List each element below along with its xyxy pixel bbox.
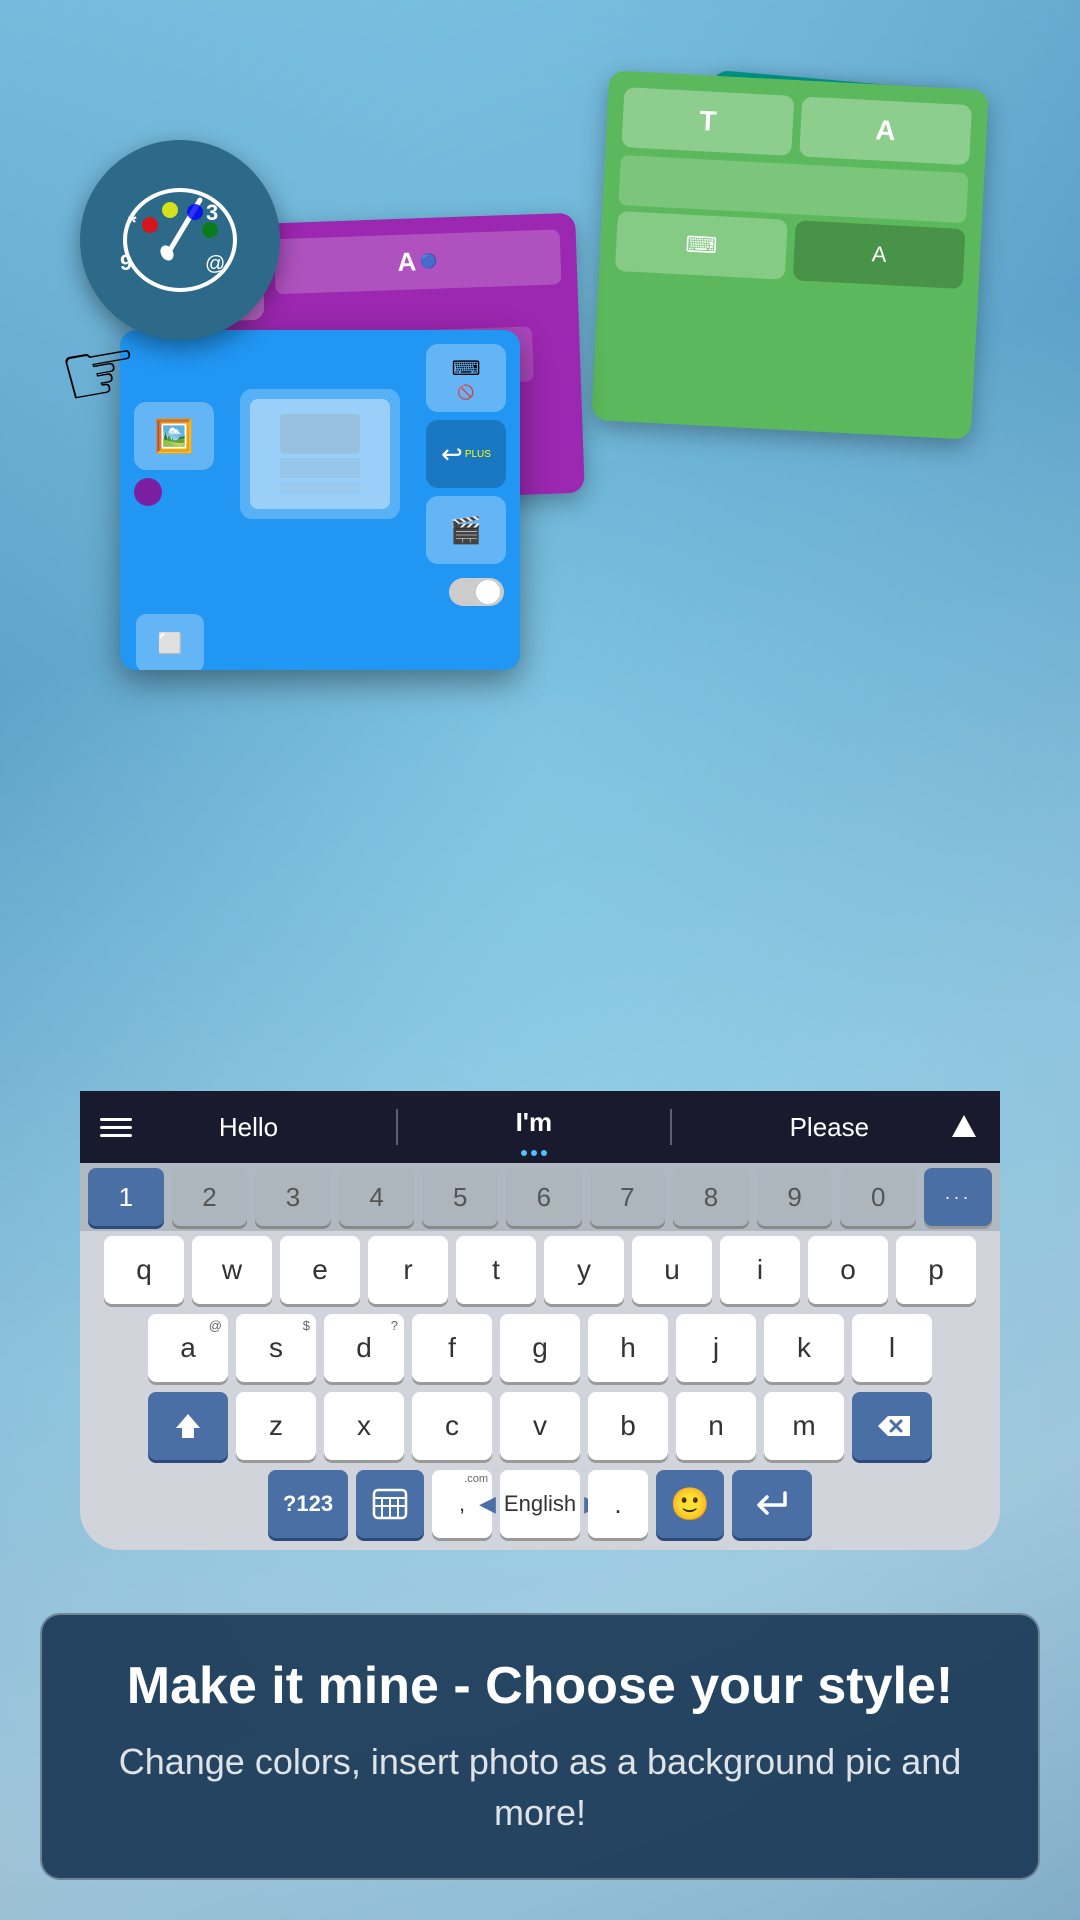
key-8[interactable]: 8 [673,1168,749,1226]
key-z[interactable]: z [236,1392,316,1460]
key-p[interactable]: p [896,1236,976,1304]
shift-icon [172,1410,204,1442]
menu-line-3 [100,1134,132,1137]
suggestion-divider-2 [670,1109,672,1145]
key-q[interactable]: q [104,1236,184,1304]
enter-key[interactable] [732,1470,812,1538]
key-0[interactable]: 0 [840,1168,916,1226]
bottom-row: ?123 , .com ◀ English ▶ . 🙂 [80,1465,1000,1550]
enter-icon [753,1489,791,1519]
key-a[interactable]: a@ [148,1314,228,1382]
menu-button[interactable] [88,1099,144,1155]
dot-1 [521,1150,527,1156]
suggestion-up-button[interactable] [936,1099,992,1155]
key-7[interactable]: 7 [590,1168,666,1226]
banner-subtitle: Change colors, insert photo as a backgro… [92,1737,988,1838]
key-w[interactable]: w [192,1236,272,1304]
key-6[interactable]: 6 [506,1168,582,1226]
dot-2 [531,1150,537,1156]
theme-card-green-back[interactable]: T A ⌨ A [591,70,989,439]
banner-title: Make it mine - Choose your style! [92,1655,988,1717]
key-3[interactable]: 3 [255,1168,331,1226]
key-row-2: a@ s$ d? f g h j k l [80,1309,1000,1387]
key-row-3: z x c v b n m [80,1387,1000,1465]
app-logo: * @ 3 9 [80,140,280,340]
keyboard-panel: Hello I'm Please 1 2 3 4 5 6 7 [80,1091,1000,1550]
language-selector-key[interactable]: ◀ English ▶ [500,1470,580,1538]
key-x[interactable]: x [324,1392,404,1460]
menu-line-1 [100,1118,132,1121]
key-e[interactable]: e [280,1236,360,1304]
suggestion-please[interactable]: Please [774,1104,886,1151]
key-i[interactable]: i [720,1236,800,1304]
key-y[interactable]: y [544,1236,624,1304]
period-key[interactable]: . [588,1470,648,1538]
menu-line-2 [100,1126,132,1129]
key-k[interactable]: k [764,1314,844,1382]
key-m[interactable]: m [764,1392,844,1460]
key-j[interactable]: j [676,1314,756,1382]
language-label: English [504,1491,576,1517]
suggestion-dots [521,1150,547,1156]
key-b[interactable]: b [588,1392,668,1460]
key-g[interactable]: g [500,1314,580,1382]
keyboard-layout-icon [372,1486,408,1522]
delete-key[interactable] [852,1392,932,1460]
key-d[interactable]: d? [324,1314,404,1382]
key-s[interactable]: s$ [236,1314,316,1382]
suggestion-bar[interactable]: Hello I'm Please [80,1091,1000,1163]
shift-key[interactable] [148,1392,228,1460]
svg-text:*: * [128,210,137,235]
bottom-banner: Make it mine - Choose your style! Change… [40,1613,1040,1880]
suggestion-divider-1 [396,1109,398,1145]
svg-text:9: 9 [120,250,132,275]
up-arrow-icon [946,1109,982,1145]
key-r[interactable]: r [368,1236,448,1304]
key-t[interactable]: t [456,1236,536,1304]
key-f[interactable]: f [412,1314,492,1382]
suggestion-hello[interactable]: Hello [203,1104,294,1151]
emoji-key[interactable]: 🙂 [656,1470,724,1538]
key-u[interactable]: u [632,1236,712,1304]
svg-text:3: 3 [206,200,218,225]
key-2[interactable]: 2 [172,1168,248,1226]
theme-card-blue[interactable]: 🖼️ ⌨ 🚫 ↩ PLUS [120,330,520,670]
dot-3 [541,1150,547,1156]
key-row-1: q w e r t y u i o p [80,1231,1000,1309]
key-1[interactable]: 1 [88,1168,164,1226]
svg-text:@: @ [205,253,225,275]
key-5[interactable]: 5 [422,1168,498,1226]
key-more-numbers[interactable]: ··· [924,1168,992,1226]
delete-icon [874,1412,910,1440]
number-row: 1 2 3 4 5 6 7 8 9 0 ··· [80,1163,1000,1231]
key-n[interactable]: n [676,1392,756,1460]
key-o[interactable]: o [808,1236,888,1304]
language-icon-key[interactable] [356,1470,424,1538]
key-v[interactable]: v [500,1392,580,1460]
suggestion-im[interactable]: I'm [500,1099,569,1146]
key-4[interactable]: 4 [339,1168,415,1226]
key-h[interactable]: h [588,1314,668,1382]
suggestion-words: Hello I'm Please [152,1099,936,1156]
numbers-key[interactable]: ?123 [268,1470,348,1538]
key-l[interactable]: l [852,1314,932,1382]
logo-icon: * @ 3 9 [110,170,250,310]
key-9[interactable]: 9 [757,1168,833,1226]
key-c[interactable]: c [412,1392,492,1460]
